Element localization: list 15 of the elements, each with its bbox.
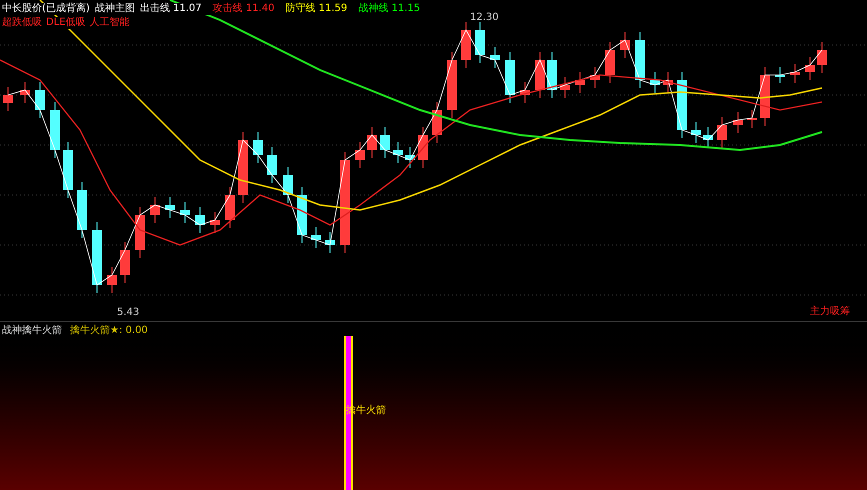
high-price-label: 12.30 — [470, 12, 499, 24]
signal-marker: 擒牛火箭 — [346, 405, 386, 417]
line-legend: 防守线 11.59 — [285, 3, 348, 15]
panel-reading: 擒牛火箭★: 0.00 — [70, 325, 148, 337]
line-legend: 出击线 11.07 — [140, 3, 202, 15]
line-legend: 攻击线 11.40 — [212, 3, 274, 15]
panel-title: 战神擒牛火箭 — [2, 325, 62, 337]
low-price-label: 5.43 — [117, 307, 140, 319]
chart-title: 中长股价(已成背离) — [2, 3, 90, 15]
tag-label: 超跌低吸 — [2, 17, 42, 29]
indicator-name: 战神主图 — [94, 3, 135, 15]
line-legend: 战神线 11.15 — [358, 3, 420, 15]
signal-label: 主力吸筹 — [810, 306, 850, 318]
tag-label: 人工智能 — [90, 17, 130, 29]
tag-label: DLE低吸 — [46, 17, 86, 29]
